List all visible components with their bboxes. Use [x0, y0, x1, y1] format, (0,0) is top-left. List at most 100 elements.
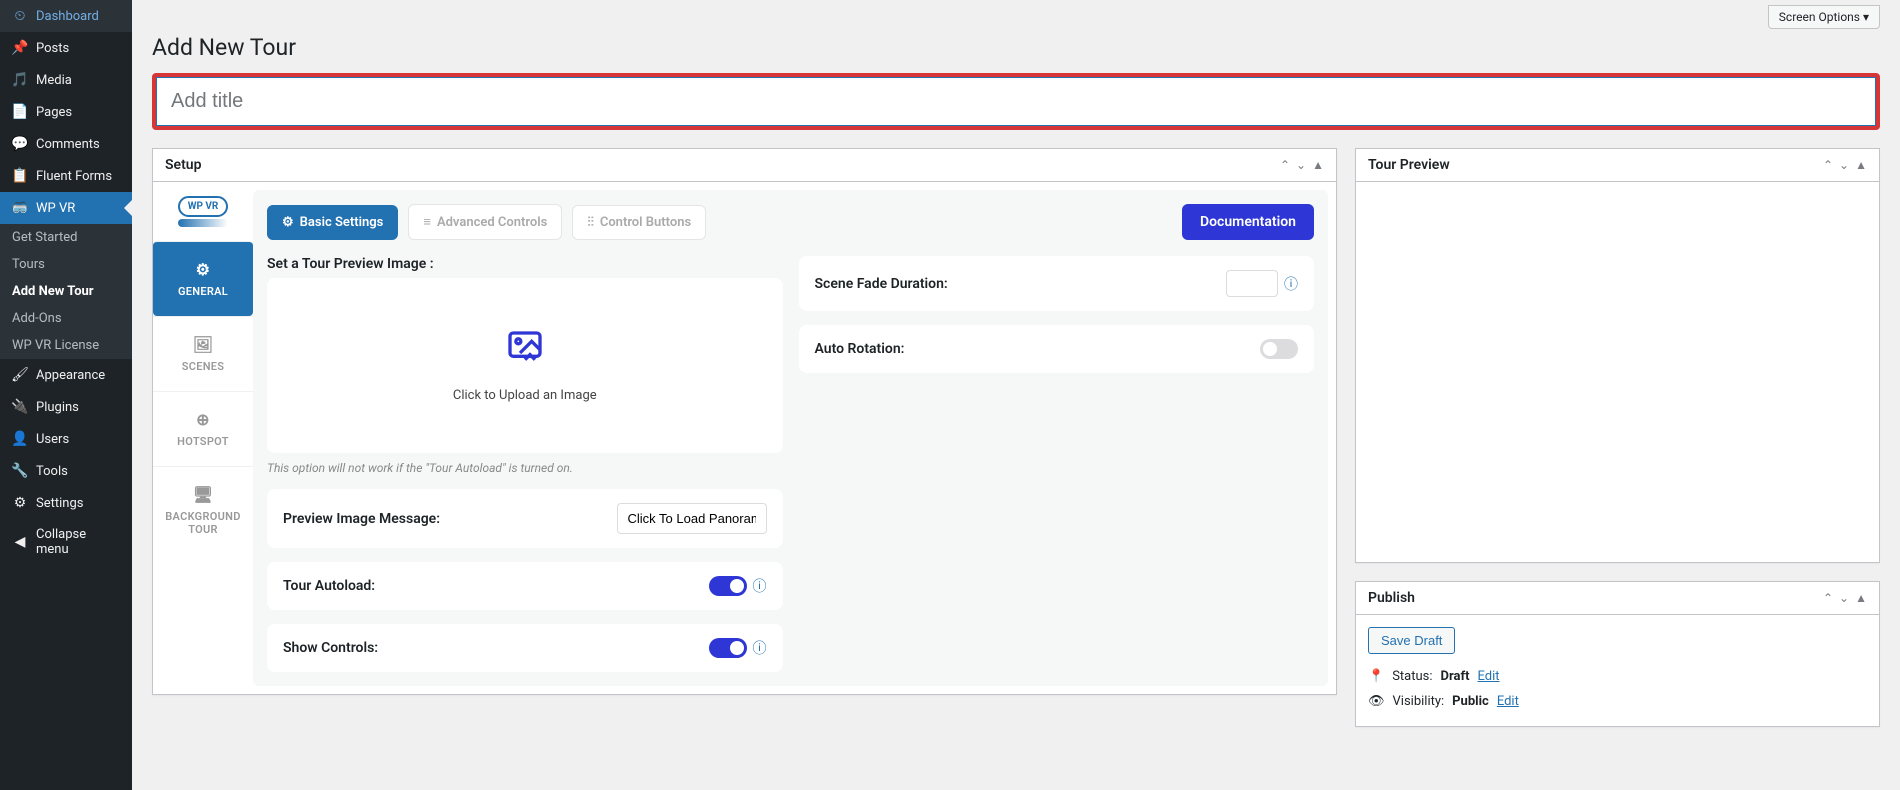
submenu-tours[interactable]: Tours — [0, 251, 132, 278]
sidebar-item-fluentforms[interactable]: 📋Fluent Forms — [0, 160, 132, 192]
sidebar-item-collapse[interactable]: ◀ Collapse menu — [0, 519, 132, 565]
move-down-icon[interactable]: ⌄ — [1839, 591, 1849, 605]
move-up-icon[interactable]: ⌃ — [1280, 158, 1290, 172]
submenu-add-new-tour[interactable]: Add New Tour — [0, 278, 132, 305]
user-icon: 👤 — [10, 431, 30, 447]
fade-input[interactable] — [1226, 270, 1278, 297]
info-icon[interactable]: ⓘ — [753, 638, 767, 658]
collapse-icon: ◀ — [10, 534, 30, 550]
preview-msg-input[interactable] — [617, 503, 767, 534]
page-title: Add New Tour — [152, 34, 1880, 61]
image-icon: 🖼 — [157, 335, 249, 354]
preview-msg-label: Preview Image Message: — [283, 511, 440, 527]
sidebar-item-label: Plugins — [36, 400, 79, 415]
dashboard-icon: ⏲ — [10, 8, 30, 24]
sidebar-item-label: Fluent Forms — [36, 169, 112, 184]
sidebar-item-pages[interactable]: 📄 Pages — [0, 96, 132, 128]
upload-image-box[interactable]: Click to Upload an Image — [267, 278, 783, 453]
title-input[interactable] — [156, 77, 1876, 126]
move-down-icon[interactable]: ⌄ — [1839, 158, 1849, 172]
upload-text: Click to Upload an Image — [287, 388, 763, 403]
sidebar-item-label: Users — [36, 432, 69, 447]
sidebar-item-label: Media — [36, 73, 72, 88]
preview-postbox: Tour Preview ⌃ ⌄ ▲ — [1355, 148, 1880, 563]
preview-header: Tour Preview — [1368, 157, 1450, 173]
comments-icon: 💬 — [10, 136, 30, 152]
move-up-icon[interactable]: ⌃ — [1823, 158, 1833, 172]
sidebar-item-dashboard[interactable]: ⏲ Dashboard — [0, 0, 132, 32]
upload-icon — [287, 328, 763, 378]
setup-header: Setup — [165, 157, 201, 173]
status-edit-link[interactable]: Edit — [1478, 669, 1500, 684]
toggle-icon[interactable]: ▲ — [1855, 591, 1867, 605]
pages-icon: 📄 — [10, 104, 30, 120]
move-down-icon[interactable]: ⌄ — [1296, 158, 1306, 172]
controls-icon: ⫶⫶ — [587, 215, 594, 230]
sidebar-item-media[interactable]: 🎵 Media — [0, 64, 132, 96]
target-icon: ⊕ — [157, 410, 249, 429]
sidebar-submenu: Get Started Tours Add New Tour Add-Ons W… — [0, 224, 132, 359]
key-icon: 📍 — [1368, 669, 1384, 684]
documentation-button[interactable]: Documentation — [1182, 204, 1314, 240]
toggle-icon[interactable]: ▲ — [1855, 158, 1867, 172]
sidebar-item-label: Collapse menu — [36, 527, 122, 557]
title-highlight — [152, 73, 1880, 130]
vtab-hotspot[interactable]: ⊕HOTSPOT — [153, 391, 253, 466]
htab-advanced[interactable]: ≡Advanced Controls — [408, 204, 562, 240]
sidebar-item-tools[interactable]: 🔧Tools — [0, 455, 132, 487]
autoload-toggle[interactable] — [709, 576, 747, 596]
vtab-general[interactable]: ⚙GENERAL — [153, 241, 253, 316]
upload-hint: This option will not work if the "Tour A… — [267, 461, 783, 475]
vtab-background[interactable]: 🖥BACKGROUND TOUR — [153, 466, 253, 554]
gear-icon: ⚙ — [157, 260, 249, 279]
screen-options-button[interactable]: Screen Options ▾ — [1768, 5, 1880, 29]
submenu-get-started[interactable]: Get Started — [0, 224, 132, 251]
sidebar-item-plugins[interactable]: 🔌Plugins — [0, 391, 132, 423]
sidebar-item-appearance[interactable]: 🖌 Appearance — [0, 359, 132, 391]
visibility-label: Visibility: — [1393, 694, 1445, 709]
htab-basic[interactable]: ⚙Basic Settings — [267, 205, 398, 240]
info-icon[interactable]: ⓘ — [1284, 274, 1298, 294]
toggle-icon[interactable]: ▲ — [1312, 158, 1324, 172]
status-label: Status: — [1392, 669, 1432, 684]
sidebar-item-label: Dashboard — [36, 9, 99, 24]
fade-label: Scene Fade Duration: — [815, 276, 948, 292]
status-value: Draft — [1441, 669, 1470, 684]
preview-image-label: Set a Tour Preview Image : — [267, 256, 783, 272]
visibility-value: Public — [1452, 694, 1489, 709]
info-icon[interactable]: ⓘ — [753, 576, 767, 596]
vr-icon: 🥽 — [10, 200, 30, 216]
sidebar-item-wpvr[interactable]: 🥽 WP VR — [0, 192, 132, 224]
pin-icon: 📌 — [10, 40, 30, 56]
monitor-icon: 🖥 — [157, 485, 249, 504]
show-controls-label: Show Controls: — [283, 640, 378, 656]
submenu-addons[interactable]: Add-Ons — [0, 305, 132, 332]
sidebar-item-label: Appearance — [36, 368, 105, 383]
sidebar-item-comments[interactable]: 💬Comments — [0, 128, 132, 160]
sidebar-item-label: Settings — [36, 496, 83, 511]
save-draft-button[interactable]: Save Draft — [1368, 627, 1455, 654]
sidebar-item-posts[interactable]: 📌Posts — [0, 32, 132, 64]
sidebar-item-label: Pages — [36, 105, 72, 120]
sidebar-item-label: Tools — [36, 464, 68, 479]
eye-icon: 👁 — [1368, 694, 1385, 709]
visibility-edit-link[interactable]: Edit — [1497, 694, 1519, 709]
sliders-icon: ≡ — [423, 214, 431, 230]
rotation-toggle[interactable] — [1260, 339, 1298, 359]
admin-sidebar: ⏲ Dashboard 📌Posts 🎵 Media 📄 Pages 💬Comment… — [0, 0, 132, 790]
submenu-license[interactable]: WP VR License — [0, 332, 132, 359]
publish-postbox: Publish ⌃ ⌄ ▲ Save Draft 📍 Status: Draft — [1355, 581, 1880, 727]
vtab-scenes[interactable]: 🖼SCENES — [153, 316, 253, 391]
show-controls-toggle[interactable] — [709, 638, 747, 658]
media-icon: 🎵 — [10, 72, 30, 88]
sidebar-item-users[interactable]: 👤 Users — [0, 423, 132, 455]
publish-header: Publish — [1368, 590, 1415, 606]
move-up-icon[interactable]: ⌃ — [1823, 591, 1833, 605]
htab-control[interactable]: ⫶⫶Control Buttons — [572, 205, 706, 240]
rotation-label: Auto Rotation: — [815, 341, 905, 357]
sidebar-item-label: WP VR — [36, 201, 75, 216]
sidebar-item-settings[interactable]: ⚙ Settings — [0, 487, 132, 519]
gear-icon: ⚙ — [282, 215, 294, 230]
brush-icon: 🖌 — [10, 367, 30, 383]
sliders-icon: ⚙ — [10, 495, 30, 511]
